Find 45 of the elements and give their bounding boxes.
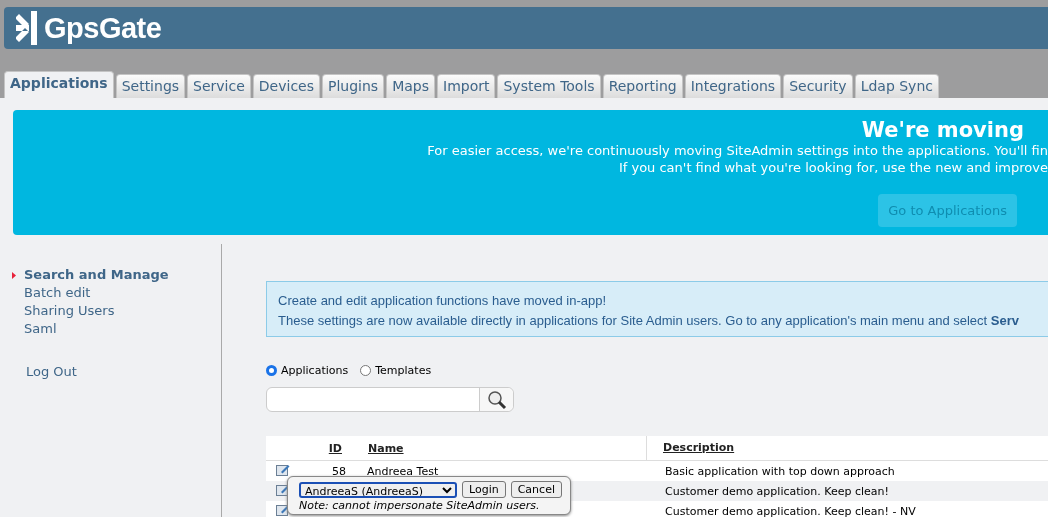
notice-text: These settings are now available directly in applications for Site Admin users. Go to any application's main menu and select Serv bbox=[278, 312, 1020, 330]
nav-tab[interactable]: Applications bbox=[4, 71, 114, 98]
nav-tab[interactable]: Plugins bbox=[322, 74, 385, 98]
edit-icon[interactable] bbox=[276, 463, 290, 476]
table-cell-text: Basic application with top down approach bbox=[664, 464, 896, 478]
search-button[interactable] bbox=[479, 388, 513, 411]
table-cell-text: Customer demo application. Keep clean! - NV bbox=[664, 504, 917, 517]
logo-icon bbox=[16, 11, 38, 45]
sidebar-link[interactable]: Sharing Users bbox=[24, 302, 115, 320]
nav-tab[interactable]: Ldap Sync bbox=[854, 74, 939, 98]
radio-button[interactable] bbox=[266, 365, 277, 376]
notice-text: Create and edit application functions have moved in-app! bbox=[278, 292, 608, 310]
column-header[interactable]: Description bbox=[646, 436, 1048, 460]
banner-text: If you can't find what you're looking for, use the new and improve bbox=[617, 159, 1048, 176]
nav-tab[interactable]: Security bbox=[783, 74, 853, 98]
sidebar-link[interactable]: Saml bbox=[24, 320, 57, 338]
banner-title: We're moving bbox=[861, 118, 1024, 142]
log-out-link[interactable]: Log Out bbox=[26, 364, 77, 379]
sidebar-link[interactable]: Search and Manage bbox=[24, 266, 169, 284]
column-header[interactable]: Name bbox=[356, 441, 646, 455]
radio-label: Templates bbox=[375, 364, 432, 377]
nav-tab[interactable]: Devices bbox=[252, 74, 320, 98]
search-icon bbox=[486, 389, 507, 410]
nav-tab[interactable]: Integrations bbox=[684, 74, 782, 98]
nav-tab[interactable]: Service bbox=[187, 74, 251, 98]
table-cell-text: 58 bbox=[331, 464, 346, 478]
table-cell-text: Customer demo application. Keep clean! bbox=[664, 484, 890, 498]
radio-label: Applications bbox=[281, 364, 349, 377]
radio-button[interactable] bbox=[360, 365, 372, 376]
nav-tab[interactable]: System Tools bbox=[497, 74, 601, 98]
logo-text: GpsGate bbox=[44, 11, 162, 45]
search-field[interactable] bbox=[266, 387, 514, 412]
nav-tab[interactable]: Maps bbox=[386, 74, 435, 98]
sidebar-link[interactable]: Batch edit bbox=[24, 284, 91, 302]
nav-tab[interactable]: Settings bbox=[115, 74, 186, 98]
nav-tab[interactable]: Reporting bbox=[602, 74, 683, 98]
popup-note: Note: cannot impersonate SiteAdmin users. bbox=[299, 499, 541, 512]
edit-icon[interactable] bbox=[276, 503, 290, 516]
user-dropdown[interactable]: AndreeaS (AndreeaS) bbox=[299, 481, 457, 498]
nav-tab[interactable]: Import bbox=[437, 74, 496, 98]
popup-button[interactable]: Cancel bbox=[510, 481, 562, 498]
popup-button[interactable]: Login bbox=[462, 481, 506, 498]
banner-text: For easier access, we're continuously moving SiteAdmin settings into the applications. You'll fin bbox=[427, 142, 1048, 159]
table-cell-text: Andreea Test bbox=[366, 464, 440, 478]
column-header[interactable]: ID bbox=[328, 441, 356, 455]
